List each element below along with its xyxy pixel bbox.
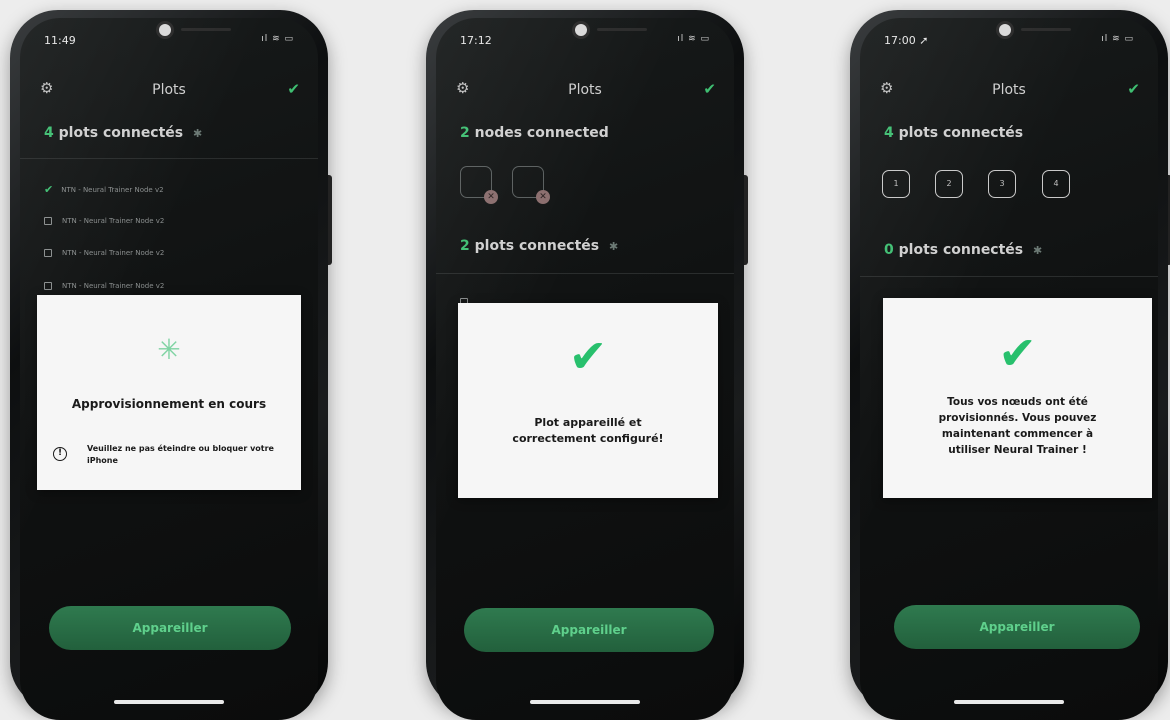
node-list-item[interactable]: NTN - Neural Trainer Node v2 xyxy=(44,249,164,257)
plots-connected-heading: 2 plots connectés ✱ xyxy=(460,238,618,254)
node-label: NTN - Neural Trainer Node v2 xyxy=(62,249,165,257)
camera xyxy=(999,24,1011,36)
modal-message-line: utiliser Neural Trainer ! xyxy=(948,444,1087,456)
success-modal: ✔ Plot appareillé et correctement config… xyxy=(458,303,718,498)
modal-message-line: provisionnés. Vous pouvez xyxy=(938,412,1097,424)
node-label: NTN - Neural Trainer Node v2 xyxy=(62,282,165,290)
phone-3: 17:00 ➚ ıl ≋ ▭ ⚙ Plots ✔ 4 plots connect… xyxy=(850,10,1170,720)
node-list-item[interactable]: NTN - Neural Trainer Node v2 xyxy=(44,282,164,290)
checkbox-icon[interactable] xyxy=(44,217,52,225)
count: 0 xyxy=(884,242,894,258)
success-check-icon: ✔ xyxy=(568,329,608,383)
count: 2 xyxy=(460,125,470,141)
remove-icon[interactable]: ✕ xyxy=(536,190,550,204)
count: 4 xyxy=(884,125,894,141)
status-time: 11:49 xyxy=(44,34,76,47)
success-check-icon: ✔ xyxy=(998,326,1037,380)
checkbox-icon[interactable] xyxy=(44,249,52,257)
count-label: plots connectés xyxy=(898,242,1024,258)
node-label: NTN - Neural Trainer Node v2 xyxy=(62,217,165,225)
checkbox-icon[interactable] xyxy=(44,282,52,290)
pair-button[interactable]: Appareiller xyxy=(464,608,714,652)
camera xyxy=(575,24,587,36)
count: 4 xyxy=(44,125,54,141)
count-label: plots connectés xyxy=(898,125,1024,141)
node-list-item[interactable]: ✔ NTN - Neural Trainer Node v2 xyxy=(44,183,164,196)
modal-message-line: correctement configuré! xyxy=(512,432,664,445)
checkmark-icon[interactable]: ✔ xyxy=(703,80,716,98)
modal-message: Plot appareillé et correctement configur… xyxy=(458,415,718,447)
count: 2 xyxy=(460,238,470,254)
warning-icon: ! xyxy=(53,447,67,461)
provisioning-modal: ✳ Approvisionnement en cours ! Veuillez … xyxy=(37,295,301,490)
count-label: plots connectés xyxy=(58,125,184,141)
phone-screen: 17:12 ıl ≋ ▭ ⚙ Plots ✔ 2 nodes connected… xyxy=(436,18,734,720)
modal-message: Tous vos nœuds ont été provisionnés. Vou… xyxy=(883,394,1152,458)
status-icons: ıl ≋ ▭ xyxy=(261,34,294,44)
nav-title: Plots xyxy=(568,82,602,98)
remove-icon[interactable]: ✕ xyxy=(484,190,498,204)
completion-modal: ✔ Tous vos nœuds ont été provisionnés. V… xyxy=(883,298,1152,498)
plots-connected-heading: 0 plots connectés ✱ xyxy=(884,242,1042,258)
plot-slot-2[interactable]: 2 xyxy=(935,170,963,198)
checkmark-icon[interactable]: ✔ xyxy=(287,80,300,98)
modal-message-line: Tous vos nœuds ont été xyxy=(947,396,1088,408)
speaker xyxy=(181,28,231,31)
spinner-icon: ✱ xyxy=(609,240,619,253)
home-indicator xyxy=(114,700,224,704)
count-label: nodes connected xyxy=(474,125,609,141)
connected-count-heading: 4 plots connectés ✱ xyxy=(44,125,202,141)
status-time: 17:12 xyxy=(460,34,492,47)
plot-slot-3[interactable]: 3 xyxy=(988,170,1016,198)
status-icons: ıl ≋ ▭ xyxy=(1101,34,1134,44)
nav-title: Plots xyxy=(992,82,1026,98)
nodes-connected-heading: 2 nodes connected xyxy=(460,125,609,141)
pair-button[interactable]: Appareiller xyxy=(49,606,291,650)
home-indicator xyxy=(954,700,1064,704)
spinner-icon: ✱ xyxy=(193,127,203,140)
checkmark-icon[interactable]: ✔ xyxy=(1127,80,1140,98)
status-time: 17:00 ➚ xyxy=(884,34,929,47)
node-list-item[interactable]: NTN - Neural Trainer Node v2 xyxy=(44,217,164,225)
warning-text: Veuillez ne pas éteindre ou bloquer votr… xyxy=(87,444,274,465)
node-label: NTN - Neural Trainer Node v2 xyxy=(61,185,164,194)
modal-title: Approvisionnement en cours xyxy=(71,397,267,411)
nav-title: Plots xyxy=(152,82,186,98)
divider xyxy=(860,276,1158,277)
loading-spinner-icon: ✳ xyxy=(157,333,181,366)
spinner-icon: ✱ xyxy=(1033,244,1043,257)
modal-message-line: Plot appareillé et xyxy=(534,416,642,429)
count-label: plots connectés xyxy=(474,238,600,254)
connected-count-heading: 4 plots connectés xyxy=(884,125,1023,141)
phone-screen: 11:49 ıl ≋ ▭ ⚙ Plots ✔ 4 plots connectés… xyxy=(20,18,318,720)
checkbox-checked-icon[interactable]: ✔ xyxy=(44,183,53,196)
phone-1: 11:49 ıl ≋ ▭ ⚙ Plots ✔ 4 plots connectés… xyxy=(10,10,332,720)
home-indicator xyxy=(530,700,640,704)
phone-2: 17:12 ıl ≋ ▭ ⚙ Plots ✔ 2 nodes connected… xyxy=(426,10,748,720)
divider xyxy=(20,158,318,159)
plot-slot-1[interactable]: 1 xyxy=(882,170,910,198)
phone-screen: 17:00 ➚ ıl ≋ ▭ ⚙ Plots ✔ 4 plots connect… xyxy=(860,18,1158,720)
modal-message-line: maintenant commencer à xyxy=(941,428,1094,440)
pair-button[interactable]: Appareiller xyxy=(894,605,1140,649)
plot-slot-4[interactable]: 4 xyxy=(1042,170,1070,198)
divider xyxy=(436,273,734,274)
camera xyxy=(159,24,171,36)
status-icons: ıl ≋ ▭ xyxy=(677,34,710,44)
speaker xyxy=(597,28,647,31)
speaker xyxy=(1021,28,1071,31)
